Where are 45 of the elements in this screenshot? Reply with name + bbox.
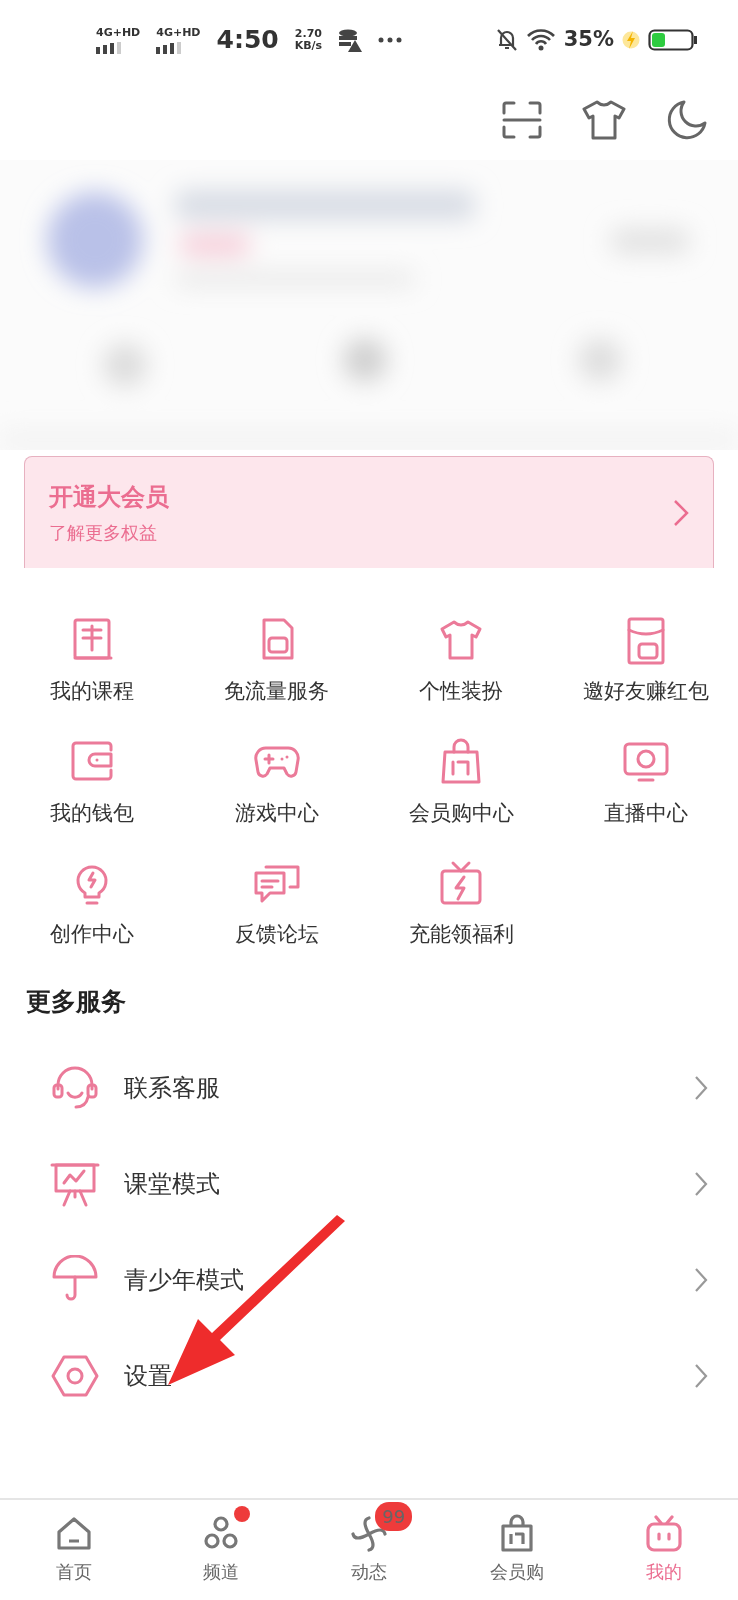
- more-icon: [378, 37, 403, 43]
- service-item[interactable]: 反馈论坛: [184, 859, 369, 951]
- nav-tab[interactable]: 会员购: [442, 1500, 591, 1600]
- section-title: 更多服务: [25, 985, 127, 1018]
- chevron-icon: [694, 1171, 708, 1197]
- service-item[interactable]: 免流量服务: [184, 616, 369, 708]
- menu-row[interactable]: 青少年模式: [0, 1232, 738, 1328]
- service-item[interactable]: 直播中心: [553, 737, 738, 829]
- network-label: 4G+HD: [156, 26, 201, 38]
- signal-icon: [96, 41, 122, 54]
- chevron-icon: [694, 1267, 708, 1293]
- speed-value: 2.70: [294, 28, 323, 40]
- bell-off-icon: [495, 28, 518, 52]
- service-item[interactable]: 创作中心: [0, 859, 185, 951]
- service-item[interactable]: 个性装扮: [369, 616, 554, 708]
- menu-row[interactable]: 设置: [0, 1328, 738, 1424]
- battery-icon: [648, 28, 698, 52]
- service-item[interactable]: 我的钱包: [0, 737, 185, 829]
- service-item[interactable]: 游戏中心: [184, 737, 369, 829]
- service-item[interactable]: 我的课程: [0, 616, 185, 708]
- wifi-icon: [525, 29, 556, 51]
- vip-subtitle: 了解更多权益: [49, 521, 158, 545]
- tv-face-icon: [644, 1514, 685, 1554]
- database-warning-icon: [338, 28, 363, 52]
- vip-title: 开通大会员: [49, 482, 169, 513]
- moon-icon[interactable]: [666, 99, 708, 141]
- signal-icon: [156, 41, 183, 54]
- service-item[interactable]: 会员购中心: [369, 737, 554, 829]
- service-item[interactable]: 充能领福利: [369, 859, 554, 951]
- network-label: 4G+HD: [96, 26, 141, 38]
- nav-tab[interactable]: 首页: [0, 1500, 148, 1600]
- menu-row[interactable]: 联系客服: [0, 1040, 738, 1136]
- chevron-icon: [694, 1363, 708, 1389]
- shirt-icon[interactable]: [582, 100, 626, 140]
- speed-unit: KB/s: [294, 40, 323, 52]
- chevron-icon: [673, 498, 689, 527]
- nav-tab[interactable]: 动态 99: [295, 1500, 443, 1600]
- battery-percent: 35%: [563, 26, 614, 54]
- scan-icon[interactable]: [502, 101, 542, 139]
- count-badge: 99: [375, 1502, 413, 1531]
- chevron-icon: [694, 1075, 708, 1101]
- menu-row[interactable]: 课堂模式: [0, 1136, 738, 1232]
- nav-tab[interactable]: 频道: [147, 1500, 296, 1600]
- clock-time: 4:50: [216, 24, 279, 57]
- service-item[interactable]: 邀好友赚红包: [553, 616, 738, 708]
